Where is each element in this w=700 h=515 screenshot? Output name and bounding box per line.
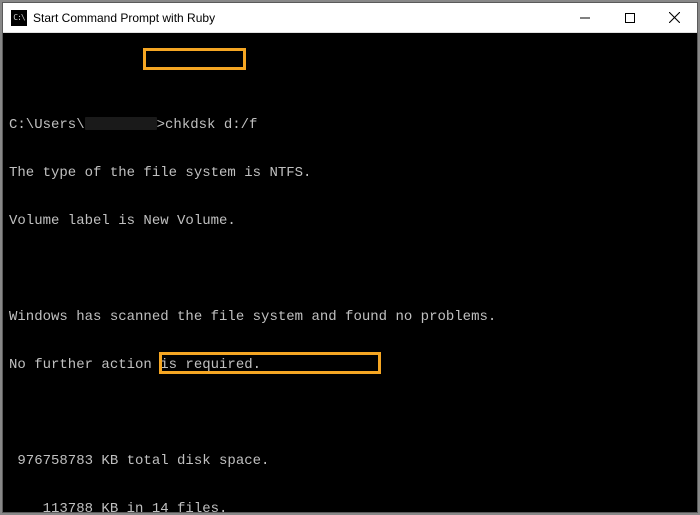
stat-line: 113788 KB in 14 files. bbox=[9, 501, 691, 512]
minimize-button[interactable] bbox=[562, 3, 607, 32]
terminal-icon: C:\ bbox=[11, 10, 27, 26]
highlight-box-1 bbox=[143, 48, 246, 70]
close-button[interactable] bbox=[652, 3, 697, 32]
stat-line: 976758783 KB total disk space. bbox=[9, 453, 691, 469]
maximize-button[interactable] bbox=[607, 3, 652, 32]
titlebar[interactable]: C:\ Start Command Prompt with Ruby bbox=[3, 3, 697, 33]
prompt-line-1: C:\Users\ >chkdsk d:/f bbox=[9, 117, 691, 133]
scan-message: Windows has scanned the file system and … bbox=[9, 309, 691, 325]
window-title: Start Command Prompt with Ruby bbox=[33, 11, 562, 25]
command-1: chkdsk d:/f bbox=[165, 117, 257, 133]
no-action-line: No further action is required. bbox=[9, 357, 691, 373]
terminal-icon-text: C:\ bbox=[13, 13, 24, 22]
redacted-username bbox=[85, 117, 157, 130]
app-window: C:\ Start Command Prompt with Ruby C:\Us… bbox=[2, 2, 698, 513]
console-output[interactable]: C:\Users\ >chkdsk d:/f The type of the fi… bbox=[3, 33, 697, 512]
fs-type-line: The type of the file system is NTFS. bbox=[9, 165, 691, 181]
window-controls bbox=[562, 3, 697, 32]
volume-label-line: Volume label is New Volume. bbox=[9, 213, 691, 229]
prompt-path: C:\Users\ bbox=[9, 117, 85, 133]
prompt-caret: > bbox=[157, 117, 165, 133]
